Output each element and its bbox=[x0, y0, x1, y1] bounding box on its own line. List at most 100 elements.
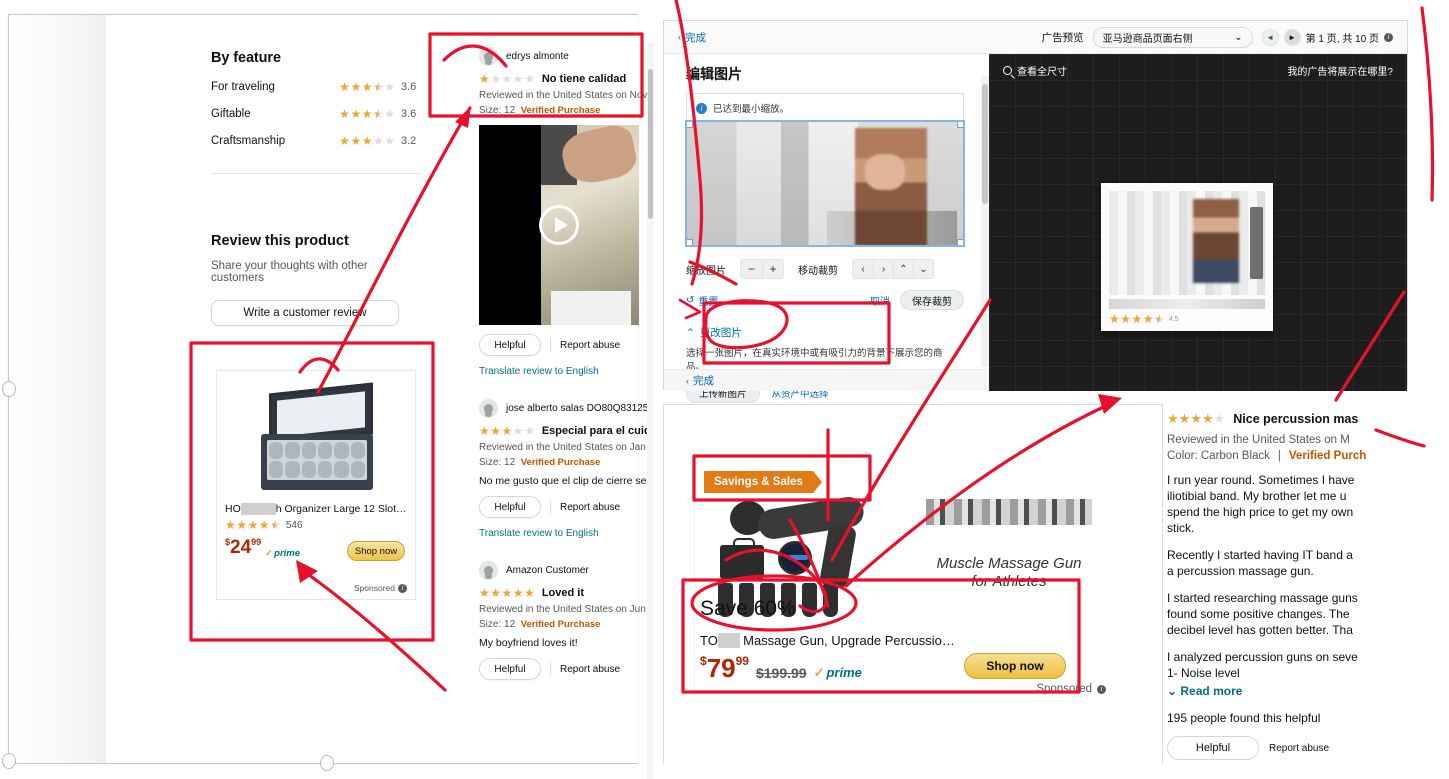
cancel-button[interactable]: 取消 bbox=[870, 293, 890, 308]
review-author[interactable]: edrys almonte bbox=[506, 51, 569, 62]
ad-image-editor-window: ‹ 完成 广告预览 亚马逊商品页面右侧 ⌄ ◄ ► 第 1 页, 共 10 页 … bbox=[663, 20, 1408, 403]
review-product-subtitle: Share your thoughts with other customers bbox=[211, 260, 368, 284]
helpful-button[interactable]: Helpful bbox=[479, 496, 541, 518]
write-customer-review-button[interactable]: Write a customer review bbox=[211, 300, 399, 326]
zoom-image-label: 缩放图片 bbox=[686, 265, 726, 277]
info-icon[interactable]: i bbox=[1384, 32, 1393, 42]
where-ads-show-link[interactable]: 我的广告将展示在哪里? bbox=[1287, 63, 1393, 78]
zoom-out-button[interactable]: − bbox=[741, 260, 762, 278]
shop-now-button[interactable]: Shop now bbox=[964, 653, 1066, 679]
crop-handle-bottom-left[interactable] bbox=[687, 239, 693, 245]
sponsored-product-card-watchbox[interactable]: HOMMMMh Organizer Large 12 Slot… ★★★★★ 5… bbox=[216, 370, 416, 600]
review-line: I analyzed percussion guns on seve bbox=[1167, 649, 1358, 664]
info-icon[interactable]: i bbox=[398, 583, 407, 593]
feature-row: Craftsmanship ★ ★ ★ ★ ★ 3.2 bbox=[211, 135, 421, 147]
shop-now-button[interactable]: Shop now bbox=[347, 541, 405, 561]
prime-badge: prime bbox=[265, 548, 300, 559]
price-fraction: 99 bbox=[735, 654, 749, 668]
avatar bbox=[479, 561, 498, 580]
back-done-label: 完成 bbox=[685, 31, 706, 44]
save-percent-text: Save 60% bbox=[700, 597, 796, 620]
read-more-label: Read more bbox=[1180, 684, 1243, 699]
action-divider bbox=[550, 662, 551, 676]
report-abuse-link[interactable]: Report abuse bbox=[560, 340, 620, 351]
move-right-button[interactable]: › bbox=[873, 260, 893, 278]
prev-page-button[interactable]: ◄ bbox=[1261, 28, 1279, 46]
review-size-verified: Size: 12 Verified Purchase bbox=[479, 457, 654, 468]
view-fullsize-link[interactable]: 查看全尺寸 bbox=[1003, 63, 1067, 78]
review-title[interactable]: No tiene calidad bbox=[542, 73, 626, 85]
move-left-button[interactable]: ‹ bbox=[853, 260, 873, 278]
title-prefix: TO bbox=[700, 633, 718, 648]
report-abuse-link[interactable]: Report abuse bbox=[560, 502, 620, 513]
info-icon[interactable]: i bbox=[1097, 684, 1106, 694]
review-paragraph-3: I started researching massage guns found… bbox=[1167, 591, 1449, 639]
helpful-button[interactable]: Helpful bbox=[1167, 736, 1259, 761]
review-line: decibel level has gotten better. Tha bbox=[1167, 622, 1353, 637]
verified-purchase-badge: Verified Purchase bbox=[520, 619, 601, 630]
review-author[interactable]: Amazon Customer bbox=[506, 565, 589, 576]
review-size: Size: 12 bbox=[479, 619, 516, 630]
review-title[interactable]: Nice percussion mas bbox=[1233, 412, 1358, 426]
play-icon[interactable] bbox=[539, 205, 579, 245]
translate-review-link[interactable]: Translate review to English bbox=[479, 366, 654, 377]
reviews-scrollbar[interactable] bbox=[647, 43, 654, 779]
page-left-gutter bbox=[9, 15, 106, 763]
translate-review-link[interactable]: Translate review to English bbox=[479, 528, 654, 539]
review-video-thumbnail[interactable] bbox=[479, 125, 639, 325]
feature-stars: ★ ★ ★ ★ ★ bbox=[339, 80, 395, 94]
helpful-button[interactable]: Helpful bbox=[479, 334, 541, 356]
ad-product-title[interactable]: TO Massage Gun, Upgrade Percussio… bbox=[700, 633, 1120, 648]
reset-link[interactable]: ↺ 重置 bbox=[686, 293, 718, 308]
review-stars: ★★★★★ bbox=[479, 586, 535, 600]
review-body: No me gusto que el clip de cierre se l bbox=[479, 475, 652, 487]
crop-handle-top-left[interactable] bbox=[687, 122, 693, 128]
review-size-verified: Size: 12 Verified Purchase bbox=[479, 105, 654, 116]
review-title[interactable]: Especial para el cuidad bbox=[542, 425, 654, 437]
ad-preview-pane: 查看全尺寸 我的广告将展示在哪里? ★ ★ ★ ★ ★ 4.5 bbox=[989, 54, 1407, 391]
feature-row: For traveling ★ ★ ★ ★ ★ 3.6 bbox=[211, 81, 421, 93]
back-done-link[interactable]: ‹ 完成 bbox=[678, 30, 706, 45]
title-rest: Massage Gun, Upgrade Percussio… bbox=[743, 633, 955, 648]
crop-handle-bottom-right[interactable] bbox=[957, 239, 963, 245]
review-title-row: ★ ★ ★ ★ ★ Especial para el cuidad bbox=[479, 425, 654, 437]
crop-handle-top-right[interactable] bbox=[957, 122, 963, 128]
meta-divider: | bbox=[1277, 450, 1281, 462]
redacted-person bbox=[855, 128, 927, 245]
move-down-button[interactable]: ⌄ bbox=[913, 260, 933, 278]
helpful-button[interactable]: Helpful bbox=[479, 658, 541, 680]
placement-select[interactable]: 亚马逊商品页面右侧 ⌄ bbox=[1092, 26, 1253, 48]
editor-left-pane: 编辑图片 i 已达到最小缩放。 缩放图片 − + 移动裁剪 ‹ › ⌃ ⌄ ↺ … bbox=[664, 54, 989, 403]
review-item: Amazon Customer ★ ★ ★ ★ ★ Loved it Reviewed … bbox=[479, 557, 654, 680]
avatar bbox=[479, 47, 498, 66]
footer-done-link[interactable]: ‹ 完成 bbox=[686, 373, 714, 388]
page-notch-top bbox=[2, 381, 16, 397]
move-up-button[interactable]: ⌃ bbox=[893, 260, 913, 278]
read-more-link[interactable]: ⌄ Read more bbox=[1167, 684, 1449, 698]
footer-done-label: 完成 bbox=[693, 375, 714, 387]
sponsored-label: Sponsored i bbox=[1036, 683, 1106, 695]
save-crop-button[interactable]: 保存裁剪 bbox=[900, 290, 964, 310]
report-abuse-link[interactable]: Report abuse bbox=[1269, 743, 1329, 754]
editor-scrollbar[interactable] bbox=[981, 76, 989, 367]
crop-area[interactable] bbox=[685, 120, 965, 247]
chevron-left-icon: ‹ bbox=[686, 375, 689, 386]
zoom-in-button[interactable]: + bbox=[762, 260, 783, 278]
review-actions: Helpful Report abuse bbox=[479, 496, 654, 518]
sponsored-rating[interactable]: ★ ★ ★ ★ ★ 546 bbox=[217, 515, 415, 531]
helpful-count: 195 people found this helpful bbox=[1167, 711, 1321, 726]
placement-select-value: 亚马逊商品页面右侧 bbox=[1102, 33, 1193, 45]
sponsored-product-title[interactable]: HOMMMMh Organizer Large 12 Slot… bbox=[217, 503, 415, 515]
massage-gun-ad-card[interactable]: Savings & Sales Muscle Massage Gun for A… bbox=[663, 404, 1163, 764]
review-title[interactable]: Loved it bbox=[542, 587, 584, 599]
title-prefix: HO bbox=[225, 503, 241, 515]
report-abuse-link[interactable]: Report abuse bbox=[560, 664, 620, 675]
review-paragraph-4: I analyzed percussion guns on seve 1- No… bbox=[1167, 650, 1449, 682]
title-rest: h Organizer Large 12 Slot… bbox=[275, 503, 407, 515]
ad-list-price: $199.99 bbox=[755, 665, 807, 681]
search-icon bbox=[1003, 66, 1012, 75]
review-author[interactable]: jose alberto salas DO80Q83125N bbox=[506, 403, 654, 414]
next-page-button[interactable]: ► bbox=[1283, 28, 1301, 46]
change-image-header[interactable]: ⌃ 更改图片 bbox=[686, 325, 976, 340]
chevron-up-icon: ⌃ bbox=[686, 326, 695, 339]
